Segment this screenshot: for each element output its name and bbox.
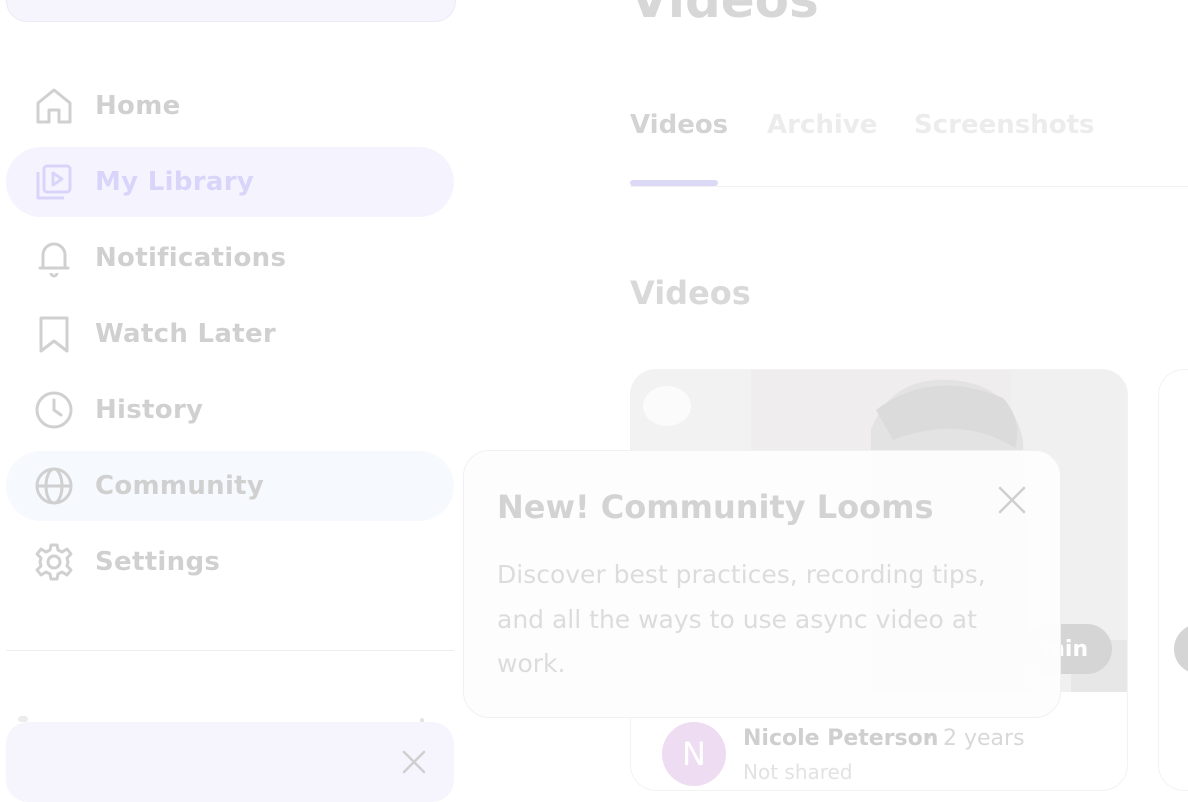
section-title: Videos xyxy=(630,274,751,312)
tab-videos[interactable]: Videos xyxy=(630,110,728,140)
sidebar-item-my-library[interactable]: My Library xyxy=(6,147,454,217)
sidebar-item-home[interactable]: Home xyxy=(6,71,454,141)
page-title: Videos xyxy=(630,0,819,29)
clock-icon xyxy=(35,391,73,429)
sidebar-item-label: Notifications xyxy=(95,243,287,273)
top-search-pill[interactable] xyxy=(6,0,456,22)
popover-body: Discover best practices, recording tips,… xyxy=(497,560,986,678)
globe-icon xyxy=(35,467,73,505)
tab-screenshots[interactable]: Screenshots xyxy=(914,110,1095,140)
sidebar-item-label: Home xyxy=(95,91,181,121)
home-icon xyxy=(36,88,72,124)
tab-archive[interactable]: Archive xyxy=(767,110,877,140)
bottom-promo-card xyxy=(6,722,454,802)
avatar: N xyxy=(662,722,726,786)
library-icon xyxy=(36,164,72,200)
sidebar-item-label: Watch Later xyxy=(95,319,276,349)
gear-icon xyxy=(35,543,73,581)
bookmark-icon xyxy=(39,316,69,353)
video-card-partial[interactable] xyxy=(1158,369,1188,791)
sidebar-item-watch-later[interactable]: Watch Later xyxy=(6,299,454,369)
sidebar-item-label: Settings xyxy=(95,547,221,577)
popover-title: New! Community Looms xyxy=(497,488,934,526)
bell-icon xyxy=(38,242,70,278)
sidebar-divider xyxy=(6,650,454,651)
share-status: Not shared xyxy=(743,760,853,784)
sidebar-item-settings[interactable]: Settings xyxy=(6,527,454,597)
sidebar-item-community[interactable]: Community xyxy=(6,451,454,521)
sidebar-item-history[interactable]: History xyxy=(6,375,454,445)
sidebar-item-label: History xyxy=(95,395,204,425)
sidebar-item-notifications[interactable]: Notifications xyxy=(6,223,454,293)
video-owner-name[interactable]: Nicole Peterson xyxy=(743,726,938,751)
sidebar-item-label: My Library xyxy=(95,167,255,197)
meta-separator: · xyxy=(926,726,933,751)
video-age: 2 years xyxy=(943,726,1025,751)
sidebar-item-label: Community xyxy=(95,471,265,501)
close-icon[interactable] xyxy=(996,484,1028,516)
close-icon[interactable] xyxy=(400,748,428,776)
tabs-divider xyxy=(630,186,1188,187)
